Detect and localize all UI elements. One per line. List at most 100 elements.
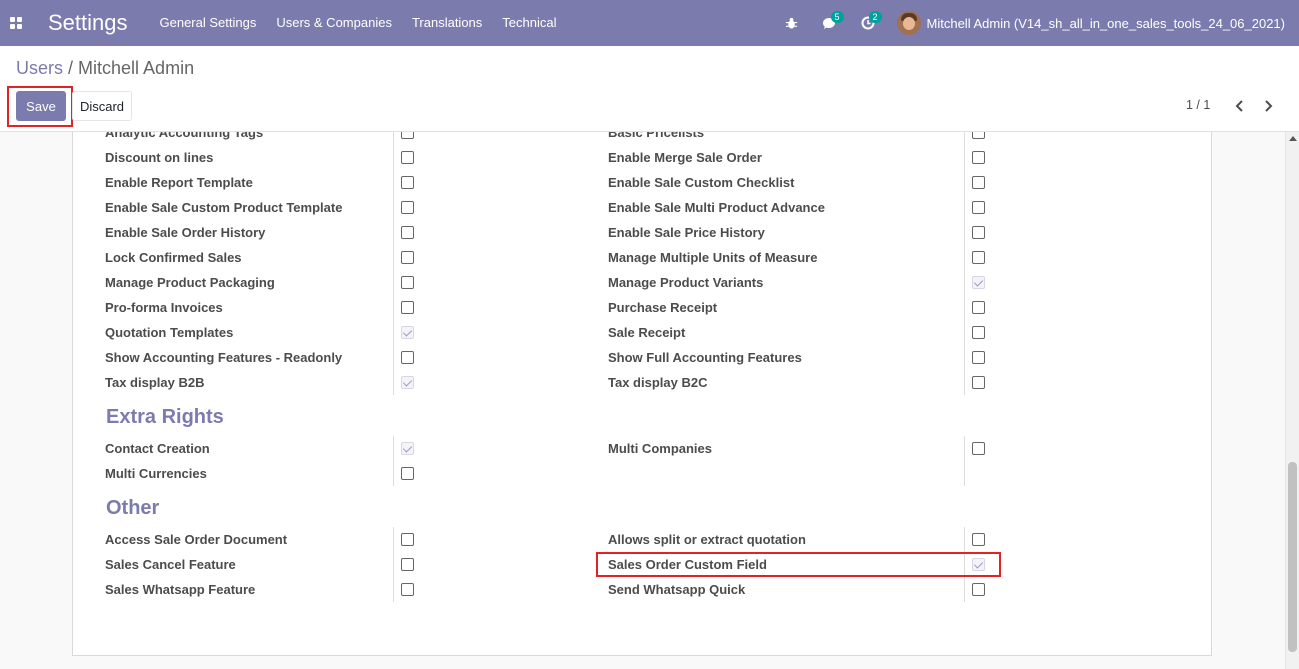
column-divider (964, 270, 965, 295)
field-label-sales-cancel-feature: Sales Cancel Feature (105, 557, 236, 572)
column-divider (393, 527, 394, 552)
checkbox-purchase-receipt[interactable] (972, 301, 985, 314)
apps-menu-icon[interactable] (0, 0, 32, 46)
pager-next-icon[interactable] (1258, 96, 1278, 116)
scroll-up-arrow-icon[interactable] (1289, 136, 1297, 141)
breadcrumb-current: Mitchell Admin (78, 58, 195, 78)
checkbox-allows-split-or-extract-quotation[interactable] (972, 533, 985, 546)
checkbox-enable-sale-price-history[interactable] (972, 226, 985, 239)
checkbox-tax-display-b2c[interactable] (972, 376, 985, 389)
page-scrollbar[interactable] (1285, 132, 1299, 669)
field-label-manage-product-packaging: Manage Product Packaging (105, 275, 275, 290)
checkbox-sales-cancel-feature[interactable] (401, 558, 414, 571)
column-divider (393, 170, 394, 195)
checkbox-manage-product-packaging[interactable] (401, 276, 414, 289)
column-divider (964, 295, 965, 320)
menu-technical[interactable]: Technical (492, 0, 566, 46)
column-divider (964, 245, 965, 270)
field-label-enable-sale-order-history: Enable Sale Order History (105, 225, 266, 240)
field-label-show-full-accounting-features: Show Full Accounting Features (608, 350, 802, 365)
checkbox-quotation-templates[interactable] (401, 326, 414, 339)
breadcrumb-users-link[interactable]: Users (16, 58, 63, 78)
save-button[interactable]: Save (16, 91, 66, 121)
field-label-send-whatsapp-quick: Send Whatsapp Quick (608, 582, 746, 597)
checkbox-enable-merge-sale-order[interactable] (972, 151, 985, 164)
column-divider (393, 295, 394, 320)
field-label-enable-sale-price-history: Enable Sale Price History (608, 225, 765, 240)
user-avatar (896, 11, 921, 35)
field-label-show-accounting-features-readonly: Show Accounting Features - Readonly (105, 350, 343, 365)
field-label-manage-product-variants: Manage Product Variants (608, 275, 764, 290)
top-navbar: Settings General Settings Users & Compan… (0, 0, 1299, 46)
field-label-discount-on-lines: Discount on lines (105, 150, 214, 165)
messages-chat-icon[interactable]: 5 (811, 0, 849, 46)
checkbox-access-sale-order-document[interactable] (401, 533, 414, 546)
checkbox-enable-sale-custom-product-template[interactable] (401, 201, 414, 214)
field-label-analytic-accounting-tags: Analytic Accounting Tags (105, 132, 264, 140)
checkbox-lock-confirmed-sales[interactable] (401, 251, 414, 264)
checkbox-manage-product-variants[interactable] (972, 276, 985, 289)
column-divider (964, 577, 965, 602)
checkbox-enable-report-template[interactable] (401, 176, 414, 189)
column-divider (964, 461, 965, 486)
navbar-systray: 5 2 Mitchell Admin (V14_sh_all_in_one_sa… (773, 0, 1299, 46)
checkbox-show-accounting-features-readonly[interactable] (401, 351, 414, 364)
column-divider (964, 220, 965, 245)
checkbox-contact-creation[interactable] (401, 442, 414, 455)
scrollbar-thumb[interactable] (1288, 462, 1297, 652)
control-panel: Users / Mitchell Admin Save Discard 1 / 1 (0, 46, 1299, 132)
column-divider (393, 577, 394, 602)
checkbox-analytic-accounting-tags[interactable] (401, 132, 414, 139)
checkbox-enable-sale-order-history[interactable] (401, 226, 414, 239)
column-divider (393, 145, 394, 170)
field-label-access-sale-order-document: Access Sale Order Document (105, 532, 288, 547)
column-divider (964, 195, 965, 220)
field-label-allows-split-or-extract-quotation: Allows split or extract quotation (608, 532, 806, 547)
column-divider (964, 370, 965, 395)
column-divider (964, 132, 965, 145)
menu-users-companies[interactable]: Users & Companies (266, 0, 402, 46)
checkbox-multi-currencies[interactable] (401, 467, 414, 480)
field-label-basic-pricelists: Basic Pricelists (608, 132, 705, 140)
column-divider (964, 320, 965, 345)
column-divider (393, 320, 394, 345)
field-label-enable-sale-custom-product-template: Enable Sale Custom Product Template (105, 200, 343, 215)
checkbox-pro-forma-invoices[interactable] (401, 301, 414, 314)
messages-count-badge: 5 (830, 11, 844, 23)
user-name: Mitchell Admin (V14_sh_all_in_one_sales_… (926, 15, 1285, 31)
pager-value[interactable]: 1 / 1 (1186, 98, 1210, 112)
user-menu[interactable]: Mitchell Admin (V14_sh_all_in_one_sales_… (887, 0, 1299, 46)
field-label-multi-currencies: Multi Currencies (105, 466, 207, 481)
column-divider (393, 461, 394, 486)
column-divider (964, 527, 965, 552)
pager-previous-icon[interactable] (1230, 96, 1250, 116)
breadcrumb: Users / Mitchell Admin (16, 58, 194, 79)
checkbox-show-full-accounting-features[interactable] (972, 351, 985, 364)
field-label-enable-merge-sale-order: Enable Merge Sale Order (608, 150, 762, 165)
checkbox-sale-receipt[interactable] (972, 326, 985, 339)
menu-translations[interactable]: Translations (402, 0, 492, 46)
checkbox-enable-sale-multi-product-advance[interactable] (972, 201, 985, 214)
checkbox-enable-sale-custom-checklist[interactable] (972, 176, 985, 189)
checkbox-manage-multiple-units-of-measure[interactable] (972, 251, 985, 264)
field-label-pro-forma-invoices: Pro-forma Invoices (105, 300, 223, 315)
activities-clock-icon[interactable]: 2 (849, 0, 887, 46)
menu-general-settings[interactable]: General Settings (150, 0, 267, 46)
checkbox-basic-pricelists[interactable] (972, 132, 985, 139)
field-label-enable-report-template: Enable Report Template (105, 175, 253, 190)
column-divider (393, 195, 394, 220)
checkbox-multi-companies[interactable] (972, 442, 985, 455)
form-view: Analytic Accounting Tags Basic Pricelists… (0, 132, 1285, 669)
checkbox-send-whatsapp-quick[interactable] (972, 583, 985, 596)
discard-button[interactable]: Discard (72, 91, 132, 121)
breadcrumb-separator: / (68, 58, 74, 78)
checkbox-sales-whatsapp-feature[interactable] (401, 583, 414, 596)
field-label-lock-confirmed-sales: Lock Confirmed Sales (105, 250, 242, 265)
column-divider (393, 370, 394, 395)
field-label-manage-multiple-units-of-measure: Manage Multiple Units of Measure (608, 250, 818, 265)
checkbox-discount-on-lines[interactable] (401, 151, 414, 164)
activities-count-badge: 2 (868, 11, 882, 23)
debug-bug-icon[interactable] (773, 0, 811, 46)
field-label-sales-whatsapp-feature: Sales Whatsapp Feature (105, 582, 256, 597)
checkbox-tax-display-b2b[interactable] (401, 376, 414, 389)
